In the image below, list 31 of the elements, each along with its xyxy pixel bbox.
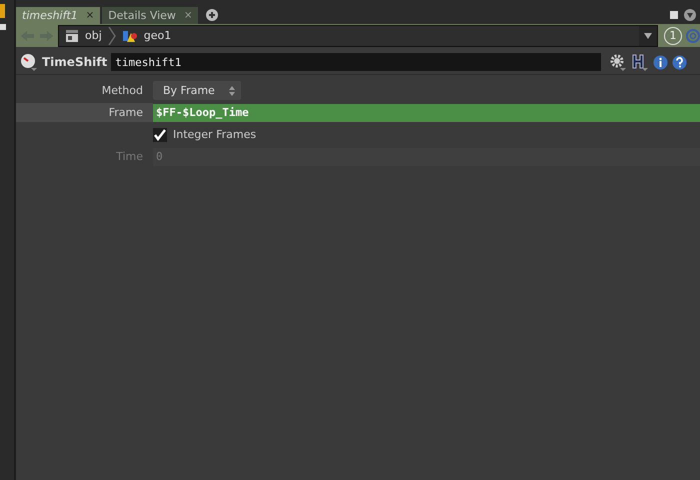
checkbox-label: Integer Frames [173, 128, 256, 141]
parameter-label: Method [100, 83, 144, 99]
path-field[interactable]: obj geo1 [58, 24, 658, 46]
close-button[interactable]: × [184, 10, 192, 21]
path-crumb[interactable]: geo1 [122, 28, 172, 42]
close-button[interactable]: × [86, 10, 94, 21]
tab[interactable]: timeshift1 × [16, 7, 100, 24]
shapes-icon [122, 28, 138, 42]
node-type: TimeShift [42, 55, 108, 69]
h-icon[interactable] [631, 53, 650, 71]
info-icon[interactable] [653, 54, 668, 70]
parameter-label: Frame [16, 103, 153, 122]
gear-icon[interactable] [609, 53, 628, 71]
gauge-icon[interactable] [20, 53, 38, 71]
pane-number[interactable]: 1 [664, 26, 682, 44]
tab-label: Details View [108, 9, 176, 22]
parameter-label: Time [115, 149, 144, 165]
tab[interactable]: Details View × [102, 7, 198, 24]
method-dropdown[interactable]: By Frame [153, 81, 241, 100]
node-name-field[interactable]: timeshift1 [111, 53, 602, 71]
clapperboard-icon [65, 28, 79, 42]
help-icon[interactable] [672, 54, 688, 70]
path-crumb[interactable]: obj [65, 28, 102, 42]
checkbox[interactable] [153, 128, 167, 142]
expression-field[interactable]: $FF-$Loop_Time [153, 104, 700, 122]
tab-label: timeshift1 [22, 9, 78, 22]
add-tab-icon[interactable] [206, 8, 218, 20]
spinner-arrows-icon [229, 84, 235, 96]
menu-icon[interactable] [684, 8, 696, 20]
chevron-icon [108, 26, 116, 44]
maximize-icon[interactable] [670, 10, 678, 18]
